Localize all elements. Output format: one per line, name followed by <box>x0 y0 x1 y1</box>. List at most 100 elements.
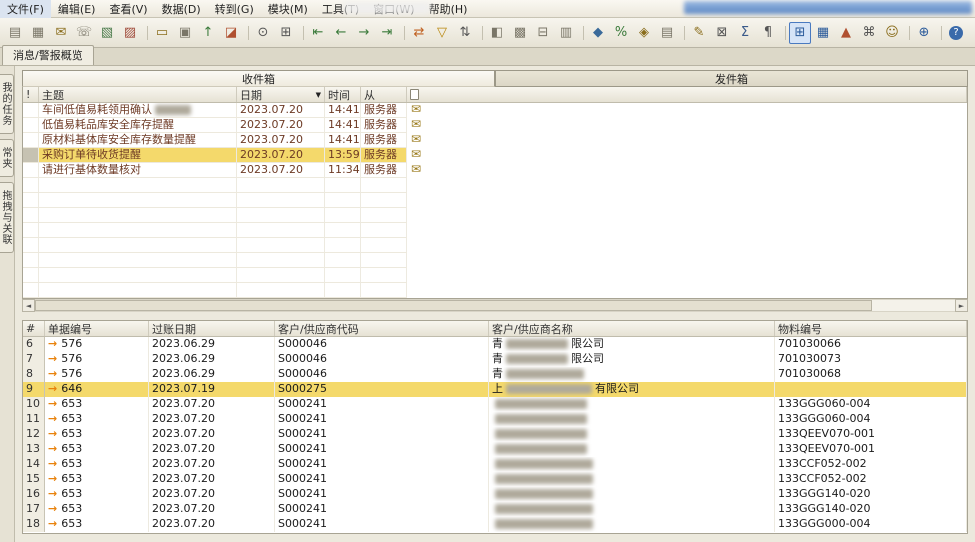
link-arrow-icon[interactable]: → <box>48 472 57 485</box>
menu-item[interactable]: 文件(F) <box>0 0 51 18</box>
envelope-icon[interactable]: ✉ <box>411 118 421 131</box>
doc-number-cell[interactable]: →653 <box>45 397 149 412</box>
find-icon[interactable]: ⊙ <box>252 22 274 44</box>
form-settings-icon[interactable]: ⊠ <box>711 22 733 44</box>
table-row[interactable]: 10 →653 2023.07.20 S000241 133GGG060-004 <box>23 397 967 412</box>
link-arrow-icon[interactable]: → <box>48 337 57 350</box>
inbox-horizontal-scrollbar[interactable]: ◄ ► <box>22 299 968 312</box>
doc-number-cell[interactable]: →576 <box>45 367 149 382</box>
column-header-from[interactable]: 从 <box>361 87 407 102</box>
user-settings-icon[interactable]: ☺ <box>881 22 903 44</box>
sidebar-tab[interactable]: 我的任务 <box>0 74 14 134</box>
row-number-cell[interactable]: 15 <box>23 472 45 487</box>
inbox-row[interactable]: 低值易耗品库安全库存提醒 2023.07.20 14:41 服务器 ✉ <box>23 118 967 133</box>
column-header-alert[interactable]: ! <box>23 87 39 102</box>
envelope-icon[interactable]: ✉ <box>411 103 421 116</box>
row-number-cell[interactable]: 18 <box>23 517 45 532</box>
sort-descending-icon[interactable]: ▼ <box>316 91 321 99</box>
table-row[interactable]: 7 →576 2023.06.29 S000046 青限公司 701030073 <box>23 352 967 367</box>
menu-item[interactable]: 转到(G) <box>208 0 261 18</box>
link-arrow-icon[interactable]: → <box>48 397 57 410</box>
link-arrow-icon[interactable]: → <box>48 427 57 440</box>
doc-number-cell[interactable]: →653 <box>45 502 149 517</box>
table-row[interactable]: 14 →653 2023.07.20 S000241 133CCF052-002 <box>23 457 967 472</box>
column-header-bp-name[interactable]: 客户/供应商名称 <box>489 321 775 336</box>
table-row[interactable]: 6 →576 2023.06.29 S000046 青限公司 701030066 <box>23 337 967 352</box>
table-row[interactable]: 12 →653 2023.07.20 S000241 133QEEV070-00… <box>23 427 967 442</box>
volume-discount-icon[interactable]: ◈ <box>633 22 655 44</box>
cancel-document-icon[interactable]: ◪ <box>220 22 242 44</box>
row-number-cell[interactable]: 9 <box>23 382 45 397</box>
subject-cell[interactable]: 低值易耗品库安全库存提醒 <box>39 118 237 133</box>
envelope-icon[interactable]: ✉ <box>411 133 421 146</box>
next-record-icon[interactable]: → <box>353 22 375 44</box>
sidebar-tab[interactable]: 常夹 <box>0 139 14 177</box>
row-number-cell[interactable]: 13 <box>23 442 45 457</box>
email-icon[interactable]: ✉ <box>50 22 72 44</box>
chart-view-icon[interactable]: ▲ <box>835 22 857 44</box>
pivot-view-icon[interactable]: ▦ <box>812 22 834 44</box>
tab-outbox[interactable]: 发件箱 <box>495 70 968 87</box>
doc-number-cell[interactable]: →653 <box>45 457 149 472</box>
table-row[interactable]: 13 →653 2023.07.20 S000241 133QEEV070-00… <box>23 442 967 457</box>
doc-number-cell[interactable]: →653 <box>45 412 149 427</box>
duplicate-document-icon[interactable]: ▣ <box>174 22 196 44</box>
filter-icon[interactable]: ▽ <box>431 22 453 44</box>
subject-cell[interactable]: 车间低值易耗领用确认 <box>39 103 237 118</box>
column-header-item-number[interactable]: 物料编号 <box>775 321 967 336</box>
journal-entry-icon[interactable]: ▤ <box>656 22 678 44</box>
launch-application-icon[interactable]: ▨ <box>119 22 141 44</box>
scroll-right-button[interactable]: ► <box>955 299 968 312</box>
print-layout-icon[interactable]: ▥ <box>555 22 577 44</box>
link-arrow-icon[interactable]: → <box>48 352 57 365</box>
menu-item[interactable]: 数据(D) <box>155 0 208 18</box>
row-number-cell[interactable]: 16 <box>23 487 45 502</box>
row-number-cell[interactable]: 7 <box>23 352 45 367</box>
table-row[interactable]: 18 →653 2023.07.20 S000241 133GGG000-004 <box>23 517 967 532</box>
column-header-posting-date[interactable]: 过账日期 <box>149 321 275 336</box>
last-record-icon[interactable]: ⇥ <box>376 22 398 44</box>
scroll-left-button[interactable]: ◄ <box>22 299 35 312</box>
doc-number-cell[interactable]: →653 <box>45 442 149 457</box>
row-number-cell[interactable]: 8 <box>23 367 45 382</box>
query-generator-icon[interactable]: Σ <box>734 22 756 44</box>
inbox-row[interactable]: 原材料基体库安全库存数量提醒 2023.07.20 14:41 服务器 ✉ <box>23 133 967 148</box>
sidebar-tab[interactable]: 拖拽与关联 <box>0 182 14 253</box>
refresh-icon[interactable]: ⇄ <box>408 22 430 44</box>
row-number-cell[interactable]: 11 <box>23 412 45 427</box>
web-client-icon[interactable]: ⊕ <box>913 22 935 44</box>
table-row[interactable]: 8 →576 2023.06.29 S000046 青 701030068 <box>23 367 967 382</box>
column-header-row-number[interactable]: # <box>23 321 45 336</box>
inbox-row[interactable]: 车间低值易耗领用确认 2023.07.20 14:41 服务器 ✉ <box>23 103 967 118</box>
row-number-cell[interactable]: 10 <box>23 397 45 412</box>
payment-means-icon[interactable]: ◆ <box>587 22 609 44</box>
export-file-icon[interactable]: ▧ <box>96 22 118 44</box>
envelope-icon[interactable]: ✉ <box>411 163 421 176</box>
sort-icon[interactable]: ⇅ <box>454 22 476 44</box>
column-header-time[interactable]: 时间 <box>325 87 361 102</box>
subject-cell[interactable]: 请进行基体数量核对 <box>39 163 237 178</box>
row-number-cell[interactable]: 6 <box>23 337 45 352</box>
column-header-date[interactable]: 日期 ▼ <box>237 87 325 102</box>
envelope-icon[interactable]: ✉ <box>411 148 421 161</box>
copy-special-icon[interactable]: ◧ <box>486 22 508 44</box>
inbox-row[interactable]: 采购订单待收货提醒 2023.07.20 13:59 服务器 ✉ <box>23 148 967 163</box>
row-number-cell[interactable]: 12 <box>23 427 45 442</box>
table-row[interactable]: 9 →646 2023.07.19 S000275 上有限公司 <box>23 382 967 397</box>
link-arrow-icon[interactable]: → <box>48 502 57 515</box>
column-header-doc-number[interactable]: 单据编号 <box>45 321 149 336</box>
menu-item[interactable]: 查看(V) <box>102 0 154 18</box>
link-arrow-icon[interactable]: → <box>48 442 57 455</box>
previous-record-icon[interactable]: ← <box>330 22 352 44</box>
fax-icon[interactable]: ☏ <box>73 22 95 44</box>
doc-number-cell[interactable]: →653 <box>45 472 149 487</box>
doc-number-cell[interactable]: →576 <box>45 352 149 367</box>
link-arrow-icon[interactable]: → <box>48 412 57 425</box>
doc-number-cell[interactable]: →653 <box>45 487 149 502</box>
gross-profit-icon[interactable]: % <box>610 22 632 44</box>
subject-cell[interactable]: 采购订单待收货提醒 <box>39 148 237 163</box>
help-icon[interactable]: ? <box>945 22 967 44</box>
upload-document-icon[interactable]: ↑ <box>197 22 219 44</box>
link-arrow-icon[interactable]: → <box>48 382 57 395</box>
table-view-icon[interactable]: ⊞ <box>789 22 811 44</box>
